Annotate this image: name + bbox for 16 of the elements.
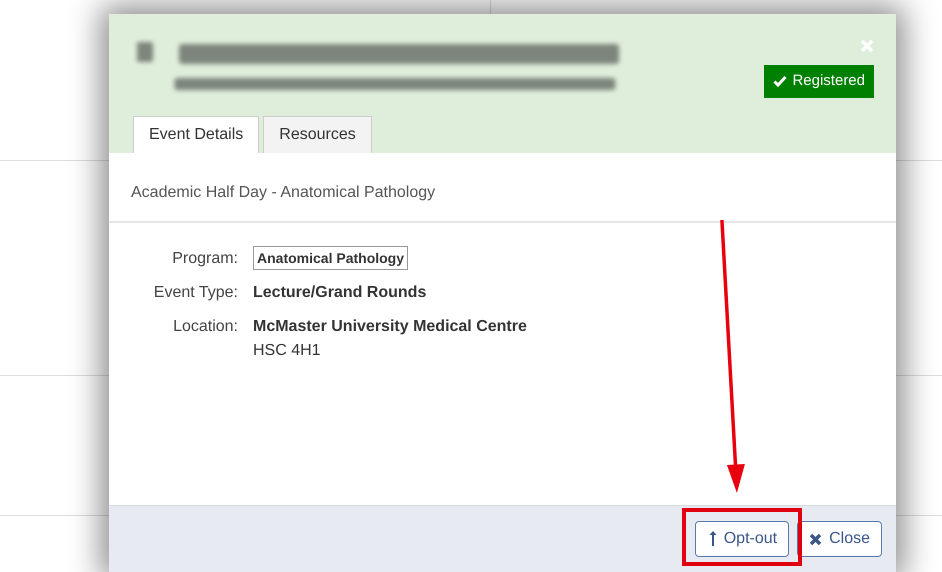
close-button[interactable]: Close — [797, 521, 882, 557]
field-detail: HSC 4H1 — [253, 341, 322, 361]
field-value: McMaster University Medical Centre — [253, 317, 527, 337]
opt-out-button[interactable]: Opt-out — [694, 521, 790, 557]
event-description: Academic Half Day - Anatomical Pathology — [109, 153, 896, 223]
field-label: Event Type: — [152, 283, 238, 303]
close-icon — [809, 532, 822, 546]
status-badge: Registered — [764, 65, 874, 98]
field-value: Lecture/Grand Rounds — [253, 283, 426, 303]
tab[interactable]: Resources — [263, 116, 372, 153]
program-tag: Anatomical Pathology — [253, 246, 408, 270]
field-label: Program: — [171, 249, 238, 269]
field-label: Location: — [172, 317, 238, 337]
upload-arrow-icon — [706, 531, 717, 547]
tab[interactable]: Event Details — [133, 116, 260, 153]
close-icon[interactable] — [860, 39, 874, 53]
